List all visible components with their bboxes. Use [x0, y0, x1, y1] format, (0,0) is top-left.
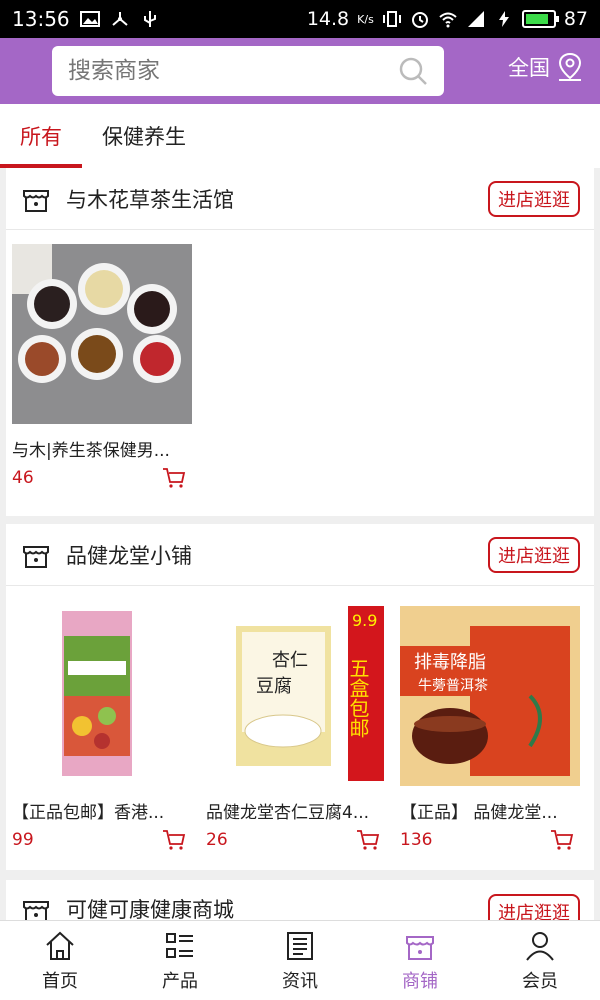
image-icon: [79, 11, 100, 27]
product-card[interactable]: 与木|养生茶保健男... 46: [12, 244, 192, 489]
product-image[interactable]: 杏仁 豆腐 9.9 五盒包邮: [206, 606, 386, 786]
grid-list-icon: [166, 932, 193, 958]
location-pin-icon: [558, 52, 582, 81]
visit-shop-button[interactable]: 进店逛逛: [488, 180, 580, 217]
product-price: 136: [400, 830, 433, 850]
usb-icon: [143, 11, 156, 27]
shop-name: 与木花草茶生活馆: [66, 187, 234, 212]
store-icon: [23, 901, 49, 920]
shop-header: 可健可康健康商城 进店逛逛: [6, 880, 594, 920]
product-name: 品健龙堂杏仁豆腐4...: [206, 803, 370, 823]
product-card[interactable]: 杏仁 豆腐 9.9 五盒包邮 品健龙堂杏仁豆腐4... 26: [206, 606, 386, 851]
region-selector[interactable]: 全国: [508, 52, 584, 82]
home-icon: [46, 931, 74, 960]
shop-name: 品健龙堂小铺: [66, 543, 192, 568]
product-art-text: 豆腐: [256, 676, 292, 697]
product-price: 26: [206, 830, 228, 850]
status-time: 13:56: [12, 7, 70, 31]
product-name: 【正品】 品健龙堂...: [400, 803, 558, 823]
nav-home[interactable]: 首页: [0, 921, 120, 1000]
store-icon: [23, 545, 49, 568]
search-icon[interactable]: [398, 56, 428, 86]
product-card[interactable]: 【正品包邮】香港... 99: [12, 606, 192, 851]
cart-icon[interactable]: [162, 829, 186, 851]
shop-card: 可健可康健康商城 进店逛逛: [6, 880, 594, 920]
share-icon: [111, 12, 128, 26]
vibrate-icon: [382, 11, 401, 27]
battery-percent: 87: [563, 8, 588, 30]
region-label: 全国: [508, 56, 550, 80]
product-price: 99: [12, 830, 34, 850]
status-bar: 13:56 14.8 K/s 87: [0, 0, 600, 38]
shop-header: 品健龙堂小铺 进店逛逛: [6, 524, 594, 586]
alarm-icon: [411, 12, 428, 28]
cart-icon[interactable]: [356, 829, 380, 851]
visit-shop-button[interactable]: 进店逛逛: [488, 536, 580, 573]
network-speed: 14.8: [306, 8, 350, 30]
shop-card: 与木花草茶生活馆 进店逛逛 与木|养生茶保健男... 46: [6, 168, 594, 516]
product-image[interactable]: 排毒降脂 牛蒡普洱茶: [400, 606, 580, 786]
nav-label: 资讯: [282, 970, 318, 992]
nav-member[interactable]: 会员: [480, 921, 600, 1000]
cart-icon[interactable]: [162, 467, 186, 489]
nav-shops[interactable]: 商铺: [360, 921, 480, 1000]
shop-name: 可健可康健康商城: [66, 898, 234, 920]
tab-health[interactable]: 保健养生: [82, 104, 206, 168]
nav-label: 产品: [162, 970, 198, 992]
product-card[interactable]: 排毒降脂 牛蒡普洱茶 【正品】 品健龙堂... 136: [400, 606, 580, 851]
search-box[interactable]: [52, 46, 444, 96]
news-icon: [287, 931, 313, 960]
store-icon: [406, 935, 434, 960]
product-art-text: 杏仁: [272, 650, 308, 671]
product-image[interactable]: [12, 606, 192, 786]
signal-icon: [467, 11, 484, 27]
visit-shop-button[interactable]: 进店逛逛: [488, 894, 580, 920]
nav-label: 商铺: [402, 970, 438, 992]
product-art-text: 牛蒡普洱茶: [418, 678, 488, 694]
product-image[interactable]: [12, 244, 192, 424]
nav-label: 首页: [42, 970, 78, 992]
product-art-text: 9.9: [352, 611, 377, 630]
product-art-text: 五盒包邮: [346, 658, 370, 738]
product-art-text: 排毒降脂: [414, 652, 486, 673]
product-name: 与木|养生茶保健男...: [12, 441, 170, 461]
shop-card: 品健龙堂小铺 进店逛逛 【正品包邮】香港... 99 杏仁 豆腐 9.9 五盒包…: [6, 524, 594, 870]
battery-level: [525, 14, 549, 24]
network-speed-unit: K/s: [357, 12, 374, 26]
store-icon: [23, 189, 49, 212]
bottom-nav: 首页 产品 资讯 商铺 会员: [0, 920, 600, 1000]
wifi-icon: [439, 12, 457, 28]
product-name: 【正品包邮】香港...: [12, 803, 165, 823]
battery-icon: [521, 10, 559, 28]
top-header: 全国: [0, 38, 600, 104]
cart-icon[interactable]: [550, 829, 574, 851]
tab-all[interactable]: 所有: [0, 104, 82, 168]
nav-products[interactable]: 产品: [120, 921, 240, 1000]
shop-header: 与木花草茶生活馆 进店逛逛: [6, 168, 594, 230]
nav-label: 会员: [522, 970, 558, 992]
search-input[interactable]: [68, 58, 368, 84]
charging-icon: [498, 11, 509, 27]
product-price: 46: [12, 468, 34, 488]
category-tabs: 所有 保健养生: [0, 104, 600, 168]
user-icon: [526, 931, 554, 961]
nav-news[interactable]: 资讯: [240, 921, 360, 1000]
